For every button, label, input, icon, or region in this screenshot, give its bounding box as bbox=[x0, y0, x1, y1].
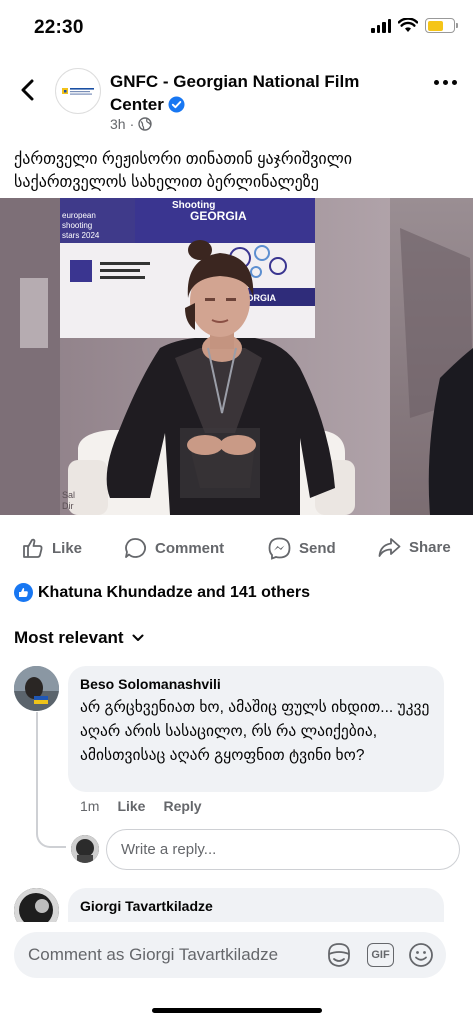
composer-icons: GIF bbox=[325, 942, 434, 968]
chevron-down-icon bbox=[132, 634, 144, 641]
banner-text-stars: stars 2024 bbox=[62, 231, 100, 240]
avatar-sticker-icon[interactable] bbox=[325, 942, 353, 968]
globe-icon bbox=[138, 117, 152, 131]
reactions-summary[interactable]: Khatuna Khundadze and 141 others bbox=[14, 583, 310, 602]
comment-time: 1m bbox=[80, 798, 100, 814]
share-label: Share bbox=[409, 539, 451, 556]
photo-illustration: european shooting stars 2024 Shooting GE… bbox=[0, 198, 473, 515]
home-indicator bbox=[152, 1008, 322, 1013]
post-time[interactable]: 3h bbox=[110, 116, 126, 132]
comment-label: Comment bbox=[155, 539, 225, 557]
share-button[interactable]: Share bbox=[378, 537, 451, 558]
comment-author[interactable]: Beso Solomanashvili bbox=[80, 676, 432, 692]
composer-placeholder: Comment as Giorgi Tavartkiladze bbox=[28, 945, 279, 964]
banner-text-georgia: GEORGIA bbox=[190, 209, 247, 223]
status-time: 22:30 bbox=[34, 17, 84, 38]
gif-icon[interactable]: GIF bbox=[367, 943, 394, 967]
status-bar: 22:30 bbox=[0, 0, 473, 56]
post-photo[interactable]: european shooting stars 2024 Shooting GE… bbox=[0, 198, 473, 515]
comment-reply-button[interactable]: Reply bbox=[163, 798, 201, 814]
post-header: GNFC - Georgian National Film Center 3h … bbox=[0, 62, 473, 142]
banner-text-shooting: shooting bbox=[62, 221, 92, 230]
reply-input[interactable]: Write a reply... bbox=[106, 829, 460, 870]
commenter-avatar-image bbox=[14, 666, 59, 711]
comment-bubble[interactable]: Beso Solomanashvili არ გრცხვენიათ ხო, ამ… bbox=[68, 666, 444, 792]
chevron-left-icon bbox=[21, 79, 34, 101]
comment-sort-dropdown[interactable]: Most relevant bbox=[14, 628, 144, 648]
banner-text-european: european bbox=[62, 211, 96, 220]
comment-button[interactable]: Comment bbox=[124, 537, 224, 559]
svg-text:Dir: Dir bbox=[62, 501, 74, 511]
page-avatar[interactable] bbox=[55, 68, 101, 114]
like-reaction-icon bbox=[14, 583, 33, 602]
comment-input[interactable]: Comment as Giorgi Tavartkiladze GIF bbox=[14, 932, 446, 978]
my-avatar bbox=[71, 835, 99, 863]
messenger-icon bbox=[268, 537, 291, 560]
gnfc-logo-icon bbox=[62, 88, 94, 95]
back-button[interactable] bbox=[14, 76, 42, 104]
page-name[interactable]: GNFC - Georgian National Film Center bbox=[110, 70, 410, 116]
more-options-button[interactable] bbox=[434, 80, 457, 85]
comment-icon bbox=[125, 538, 146, 558]
reply-placeholder: Write a reply... bbox=[121, 841, 217, 858]
share-icon bbox=[378, 538, 401, 557]
post-meta: 3h · bbox=[110, 116, 152, 132]
comment-author[interactable]: Giorgi Tavartkiladze bbox=[80, 898, 432, 914]
status-icons bbox=[371, 18, 458, 33]
thread-line bbox=[36, 712, 66, 848]
verified-badge-icon bbox=[168, 96, 185, 113]
thumbs-up-icon bbox=[23, 538, 43, 558]
comment-like-button[interactable]: Like bbox=[117, 798, 145, 814]
like-button[interactable]: Like bbox=[22, 537, 82, 559]
battery-icon bbox=[425, 18, 458, 33]
svg-text:Sal: Sal bbox=[62, 490, 75, 500]
send-button[interactable]: Send bbox=[268, 537, 336, 560]
comment-composer-bar: Comment as Giorgi Tavartkiladze GIF bbox=[0, 922, 473, 1024]
emoji-icon[interactable] bbox=[408, 942, 434, 968]
post-text: ქართველი რეჟისორი თინათინ ყაჯრიშვილი საქ… bbox=[14, 151, 353, 191]
reactions-text: Khatuna Khundadze and 141 others bbox=[38, 583, 311, 601]
comment-text: არ გრცხვენიათ ხო, ამაშიც ფულს იხდით... უ… bbox=[80, 699, 430, 764]
post-actions: Like Comment Send Share bbox=[0, 527, 473, 571]
wifi-icon bbox=[398, 18, 418, 32]
like-label: Like bbox=[52, 539, 83, 557]
cellular-signal-icon bbox=[371, 18, 391, 33]
comment-meta: 1m Like Reply bbox=[80, 798, 202, 814]
send-label: Send bbox=[299, 540, 336, 557]
avatar[interactable] bbox=[14, 666, 59, 711]
sort-label: Most relevant bbox=[14, 628, 124, 647]
